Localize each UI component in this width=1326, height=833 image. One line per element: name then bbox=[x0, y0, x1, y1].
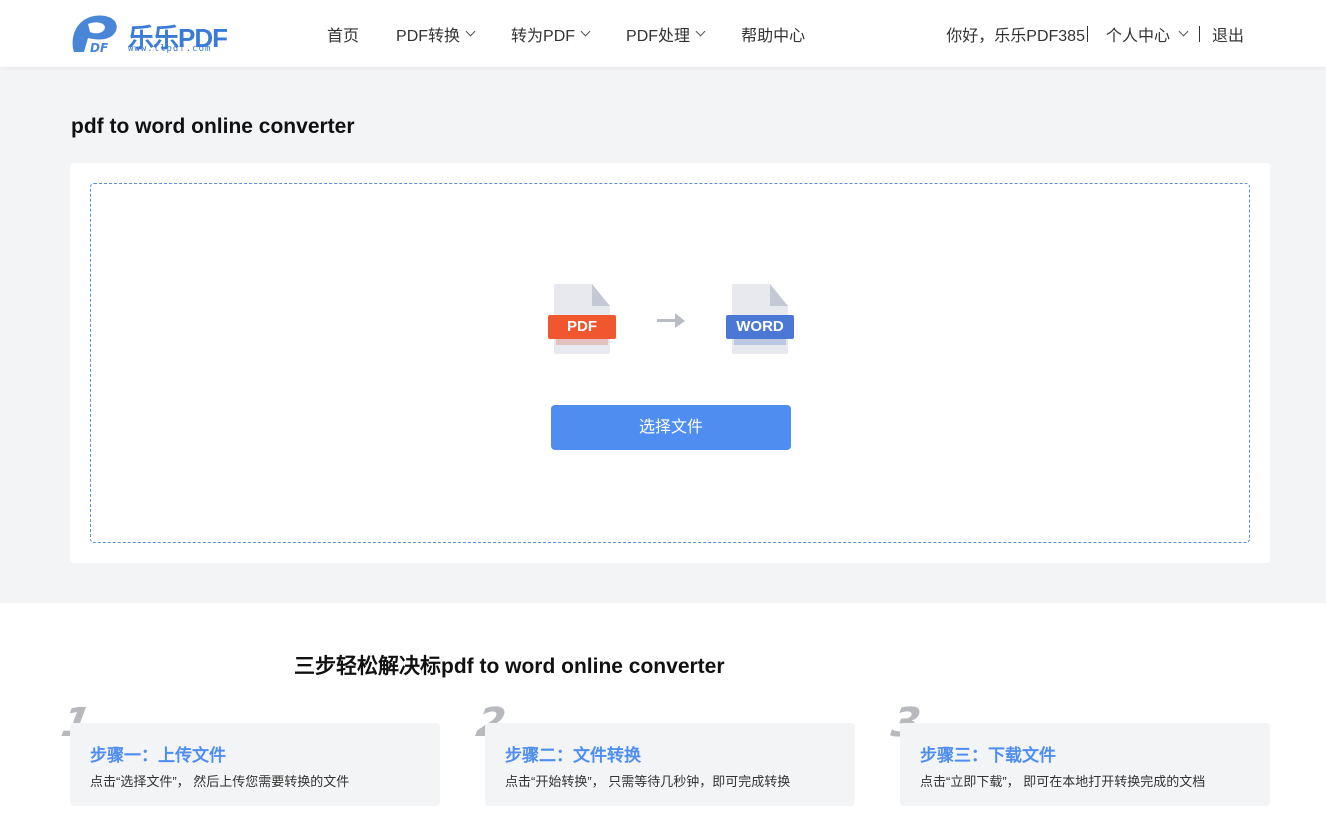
main-nav: 首页 PDF转换 转为PDF PDF处理 帮助中心 bbox=[327, 0, 842, 67]
word-file-icon: WORD bbox=[726, 284, 794, 356]
user-greeting: 你好，乐乐PDF385 bbox=[946, 27, 1085, 45]
top-header: DF 乐乐PDF www.llpdf.com 首页 PDF转换 转为PDF PD… bbox=[0, 0, 1326, 67]
choose-file-button[interactable]: 选择文件 bbox=[551, 405, 791, 450]
nav-item-label: 帮助中心 bbox=[741, 27, 806, 45]
step-title: 步骤二：文件转换 bbox=[505, 746, 641, 765]
nav-item-to-pdf[interactable]: 转为PDF bbox=[511, 22, 591, 46]
user-center-menu[interactable]: 个人中心 bbox=[1105, 22, 1189, 46]
step-description: 点击“立即下载”， 即可在本地打开转换完成的文档 bbox=[920, 774, 1206, 789]
nav-item-label: 转为PDF bbox=[511, 27, 576, 45]
logo-icon: DF bbox=[72, 15, 117, 55]
pdf-file-icon: PDF bbox=[548, 284, 616, 356]
file-dropzone[interactable]: PDF WORD 选择文件 bbox=[90, 183, 1250, 543]
step-card: 步骤三：下载文件 点击“立即下载”， 即可在本地打开转换完成的文档 bbox=[900, 723, 1270, 806]
nav-item-home[interactable]: 首页 bbox=[327, 22, 359, 46]
step-card: 步骤一：上传文件 点击“选择文件”， 然后上传您需要转换的文件 bbox=[70, 723, 440, 806]
nav-item-help[interactable]: 帮助中心 bbox=[741, 22, 805, 46]
converter-panel: PDF WORD 选择文件 bbox=[70, 163, 1270, 563]
divider bbox=[1198, 25, 1200, 42]
step-card: 步骤二：文件转换 点击“开始转换”， 只需等待几秒钟，即可完成转换 bbox=[485, 723, 855, 806]
word-file-label: WORD bbox=[726, 315, 794, 339]
nav-item-pdf-convert[interactable]: PDF转换 bbox=[396, 22, 476, 46]
step-title: 步骤三：下载文件 bbox=[920, 746, 1056, 765]
chevron-down-icon bbox=[465, 26, 476, 37]
step-title: 步骤一：上传文件 bbox=[90, 746, 226, 765]
nav-item-label: PDF处理 bbox=[626, 27, 691, 45]
logout-link[interactable]: 退出 bbox=[1212, 22, 1244, 46]
divider bbox=[1086, 25, 1088, 42]
logo[interactable]: DF 乐乐PDF www.llpdf.com bbox=[68, 10, 230, 56]
chevron-down-icon bbox=[695, 26, 706, 37]
nav-item-label: PDF转换 bbox=[396, 27, 461, 45]
step-description: 点击“选择文件”， 然后上传您需要转换的文件 bbox=[90, 774, 350, 789]
nav-item-label: 首页 bbox=[327, 27, 360, 45]
nav-item-pdf-process[interactable]: PDF处理 bbox=[626, 22, 706, 46]
user-area: 你好，乐乐PDF385 个人中心 退出 bbox=[946, 0, 1244, 67]
svg-text:DF: DF bbox=[90, 41, 109, 55]
chevron-down-icon bbox=[1178, 26, 1189, 37]
steps-title: 三步轻松解决标pdf to word online converter bbox=[294, 655, 725, 678]
arrow-right-icon bbox=[657, 313, 685, 328]
pdf-file-label: PDF bbox=[548, 315, 616, 339]
step-description: 点击“开始转换”， 只需等待几秒钟，即可完成转换 bbox=[505, 774, 791, 789]
user-center-label: 个人中心 bbox=[1105, 27, 1170, 45]
page-title: pdf to word online converter bbox=[71, 115, 355, 138]
chevron-down-icon bbox=[580, 26, 591, 37]
logo-url: www.llpdf.com bbox=[128, 44, 212, 54]
